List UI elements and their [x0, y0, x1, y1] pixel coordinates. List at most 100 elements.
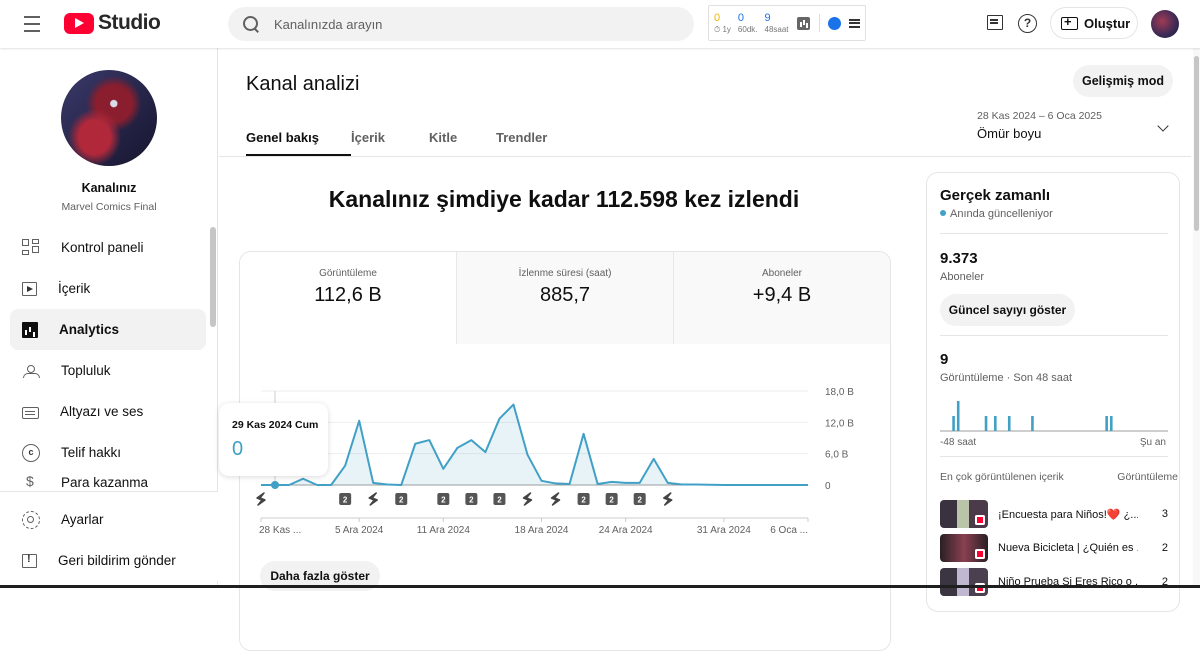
top-bar: Studio 0⏱ 1y 060dk. 948saat Oluştur [0, 0, 1200, 48]
sidebar-item-settings[interactable]: Ayarlar [10, 499, 218, 540]
divider [940, 456, 1168, 457]
views-chart-svg: 0 6,0 B 12,0 B 18,0 B 28 Kas ... 5 Ara 2024 11… [240, 344, 891, 651]
content-icon [22, 282, 37, 296]
search-icon[interactable] [242, 15, 260, 33]
views-chart[interactable]: 0 6,0 B 12,0 B 18,0 B 28 Kas ... 5 Ara 2024 11… [240, 344, 891, 651]
divider [940, 335, 1168, 336]
sidebar-item-copyright[interactable]: c Telif hakkı [10, 432, 206, 473]
show-current-count-button[interactable]: Güncel sayıyı göster [940, 294, 1075, 326]
channel-name: Marvel Comics Final [0, 201, 218, 213]
advanced-mode-button[interactable]: Gelişmiş mod [1073, 65, 1173, 97]
sidebar-item-subtitles[interactable]: Altyazı ve ses [10, 391, 206, 432]
shorts-marker-icon [664, 493, 672, 505]
x-tick-label: 28 Kas ... [259, 525, 301, 536]
channel-avatar[interactable] [61, 70, 157, 166]
sidebar-item-dashboard[interactable]: Kontrol paneli [10, 227, 206, 268]
tab-overview[interactable]: Genel bakış [246, 130, 351, 156]
tab-audience[interactable]: Kitle [429, 130, 496, 156]
page-scrollbar-thumb[interactable] [1194, 56, 1199, 231]
extension-widget[interactable]: 0⏱ 1y 060dk. 948saat [708, 5, 866, 41]
youtube-logo-icon [64, 13, 94, 34]
account-avatar[interactable] [1151, 10, 1179, 38]
realtime-bar [1008, 416, 1011, 431]
live-dot-icon [940, 210, 946, 216]
top-content-header: En çok görüntülenen içerik [940, 471, 1064, 483]
realtime-bar-chart[interactable] [940, 393, 1168, 433]
extension-menu-icon[interactable] [849, 19, 860, 28]
realtime-live-status: Anında güncelleniyor [940, 208, 1053, 220]
video-count-marker-label: 2 [441, 496, 446, 505]
bar-chart-icon[interactable] [797, 17, 810, 30]
menu-icon[interactable] [20, 12, 44, 36]
video-count-marker-label: 2 [399, 496, 404, 505]
total-views-headline: Kanalınız şimdiye kadar 112.598 kez izle… [219, 186, 909, 213]
y-tick-label: 6,0 B [825, 450, 849, 461]
x-tick-label: 5 Ara 2024 [335, 525, 384, 536]
top-content-row[interactable]: Nueva Bicicleta | ¿Quién es ... 2 [940, 533, 1168, 563]
video-thumbnail [940, 534, 988, 562]
sidebar: Kanalınız Marvel Comics Final Kontrol pa… [0, 48, 218, 588]
ext-stat-48h: 948saat [765, 13, 789, 34]
dashboard-icon [22, 239, 40, 257]
realtime-subscriber-label: Aboneler [940, 271, 984, 283]
kpi-views[interactable]: Görüntüleme 112,6 B [240, 252, 457, 344]
series-area [261, 405, 808, 485]
tab-trends[interactable]: Trendler [496, 130, 547, 156]
x-tick-label: 6 Oca ... [770, 525, 808, 536]
x-tick-label: 31 Ara 2024 [697, 525, 751, 536]
divider [940, 233, 1168, 234]
settings-icon [22, 511, 40, 529]
sidebar-item-send-feedback[interactable]: Geri bildirim gönder [10, 540, 218, 581]
page-scrollbar[interactable] [1193, 48, 1200, 588]
kpi-watch-time[interactable]: İzlenme süresi (saat) 885,7 [457, 252, 674, 344]
help-icon[interactable] [1016, 12, 1040, 36]
search-bar[interactable] [228, 7, 694, 41]
tooltip-value: 0 [232, 438, 328, 461]
y-tick-label: 12,0 B [825, 418, 854, 429]
video-count-marker-label: 2 [609, 496, 614, 505]
sidebar-scrollbar[interactable] [210, 227, 216, 327]
realtime-views-label: Görüntüleme · Son 48 saat [940, 372, 1072, 384]
realtime-bar [985, 416, 988, 431]
chart-tooltip: 29 Kas 2024 Cum 0 [219, 403, 328, 476]
sidebar-item-community[interactable]: Topluluk [10, 350, 206, 391]
main-content: Kanal analizi Gelişmiş mod Genel bakış İ… [219, 48, 1191, 588]
x-tick-label: 11 Ara 2024 [417, 525, 471, 536]
shorts-marker-icon [369, 493, 377, 505]
studio-logo[interactable]: Studio [64, 11, 160, 35]
video-thumbnail [940, 500, 988, 528]
page-title: Kanal analizi [246, 73, 359, 96]
realtime-bar [957, 401, 960, 431]
shorts-marker-icon [257, 493, 265, 505]
realtime-bar [1031, 416, 1034, 431]
video-count-marker-label: 2 [497, 496, 502, 505]
y-tick-label: 0 [825, 481, 831, 492]
sidebar-item-analytics[interactable]: Analytics [10, 309, 206, 350]
video-count-marker-label: 2 [581, 496, 586, 505]
extension-logo-icon[interactable] [828, 17, 841, 30]
tab-content[interactable]: İçerik [351, 130, 429, 156]
shorts-marker-icon [552, 493, 560, 505]
feedback-icon[interactable] [985, 12, 1009, 36]
subtitles-icon [22, 407, 39, 419]
realtime-subscriber-count: 9.373 [940, 250, 978, 267]
tooltip-date: 29 Kas 2024 Cum [232, 419, 328, 431]
channel-title: Kanalınız [0, 181, 218, 195]
data-point [271, 481, 279, 489]
ext-stat-1y: 0⏱ 1y [714, 13, 731, 34]
top-content-row[interactable]: ¡Encuesta para Niños!❤️ ¿... 3 [940, 499, 1168, 529]
realtime-views-count: 9 [940, 351, 948, 368]
create-button[interactable]: Oluştur [1050, 7, 1138, 39]
realtime-axis-end: Şu an [1140, 437, 1166, 448]
copyright-icon: c [22, 444, 40, 462]
sidebar-footer: Ayarlar Geri bildirim gönder [0, 491, 218, 581]
top-content-row[interactable]: Niño Prueba Si Eres Rico o ... 2 [940, 567, 1168, 597]
sidebar-item-content[interactable]: İçerik [10, 268, 206, 309]
date-range-selector[interactable]: 28 Kas 2024 – 6 Oca 2025 Ömür boyu [977, 110, 1167, 146]
search-input[interactable] [274, 17, 654, 32]
video-count-marker-label: 2 [469, 496, 474, 505]
y-tick-label: 18,0 B [825, 387, 854, 398]
studio-logo-text: Studio [98, 11, 160, 35]
kpi-subscribers[interactable]: Aboneler +9,4 B [674, 252, 890, 344]
shorts-marker-icon [523, 493, 531, 505]
